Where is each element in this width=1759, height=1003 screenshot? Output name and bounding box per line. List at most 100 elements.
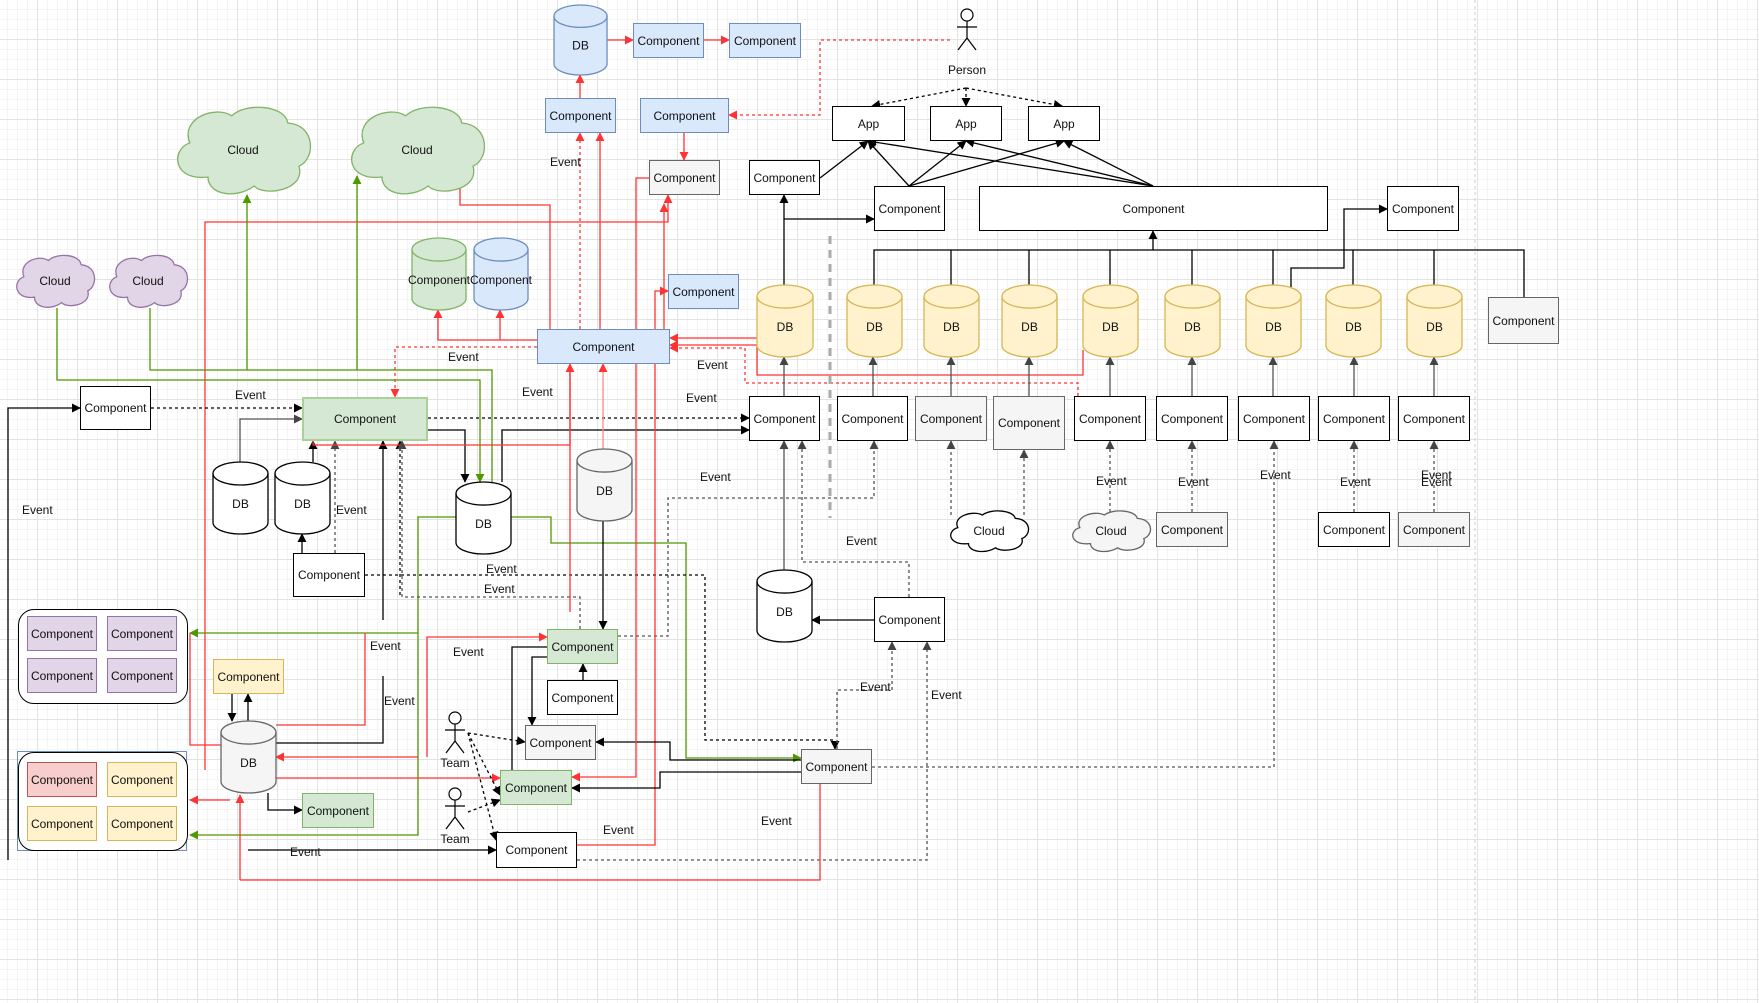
connector-edge[interactable] [965,87,1063,109]
db-yellow-3[interactable]: DB [923,284,980,358]
connector-edge[interactable] [819,140,869,179]
group-yellow-1[interactable]: Component [107,762,177,797]
connector-edge[interactable] [433,309,537,341]
comp-under-db[interactable]: Component [293,553,365,597]
comp-src-gray-2[interactable]: Component [1398,512,1470,547]
person[interactable]: Person [948,8,986,77]
comp-green-small[interactable]: Component [302,793,374,828]
connector-edge[interactable] [867,140,910,187]
db-white-1[interactable]: DB [212,461,269,535]
comp-app-mid[interactable]: Component [874,186,945,231]
cloud-purple-1[interactable]: Cloud [16,254,96,308]
comp-gray-bottom-right[interactable]: Component [801,749,872,784]
comp-row-3[interactable]: Component [915,396,987,441]
comp-white-bottom[interactable]: Component [496,832,577,868]
db-yellow-1[interactable]: DB [756,284,814,358]
db-yellow-2[interactable]: DB [846,284,903,358]
comp-gray-mid[interactable]: Component [525,725,596,760]
cloud-purple-2[interactable]: Cloud [109,254,189,308]
connector-edge[interactable] [797,440,910,597]
comp-gray-upper[interactable]: Component [649,160,720,195]
db-yellow-4[interactable]: DB [1001,284,1058,358]
comp-blue-top-2[interactable]: Component [729,23,801,58]
comp-blue-top-1[interactable]: Component [633,23,704,58]
comp-row-5[interactable]: Component [1074,396,1146,441]
comp-app-left[interactable]: Component [749,160,820,195]
comp-row-2[interactable]: Component [837,396,908,441]
connector-edge[interactable] [577,364,656,846]
cloud-green-1[interactable]: Cloud [177,106,312,195]
group-yellow-3[interactable]: Component [107,806,177,841]
cyl-blue-comp[interactable]: Component [470,237,533,311]
comp-yellow-left[interactable]: Component [213,659,284,694]
comp-blue-hub[interactable]: Component [537,329,670,364]
comp-row-8[interactable]: Component [1318,396,1390,441]
comp-blue-mid-2[interactable]: Component [640,98,729,133]
group-red[interactable]: Component [27,762,97,797]
connector-edge[interactable] [467,732,526,746]
connector-edge[interactable] [654,286,669,329]
comp-far-right-top[interactable]: Component [1387,186,1459,231]
cloud-green-2[interactable]: Cloud [351,106,486,195]
connector-edge[interactable] [836,641,897,749]
connector-edge[interactable] [467,732,499,841]
team-2[interactable]: Team [440,787,470,846]
db-gray-left[interactable]: DB [220,720,277,794]
connector-edge[interactable] [618,440,879,637]
db-blue-top[interactable]: DB [553,4,608,76]
db-white-2[interactable]: DB [274,461,331,535]
comp-row-1[interactable]: Component [749,396,820,441]
comp-blue-side[interactable]: Component [668,274,739,309]
comp-green-low[interactable]: Component [500,770,572,805]
connector-edge[interactable] [527,656,547,726]
connector-edge[interactable] [428,429,470,483]
connector-edge[interactable] [635,177,649,329]
db-white-center[interactable]: DB [455,481,512,555]
purple-4[interactable]: Component [107,658,177,693]
connector-edge[interactable] [239,414,303,462]
purple-1[interactable]: Component [27,616,97,651]
comp-src-white[interactable]: Component [1318,512,1390,547]
connector-edge[interactable] [571,364,637,782]
comp-left-entry[interactable]: Component [80,386,151,430]
connector-edge[interactable] [965,138,1154,187]
cyl-green-comp[interactable]: Component [408,237,471,311]
connector-edge[interactable] [267,793,303,815]
diagram-canvas[interactable]: DB Component Component Cloud Cloud Cloud Cloud… [0,0,1759,1003]
app-2[interactable]: App [930,106,1002,141]
connector-edge[interactable] [467,732,501,796]
db-yellow-6[interactable]: DB [1164,284,1221,358]
comp-blue-mid-1[interactable]: Component [545,98,616,133]
comp-white-mid[interactable]: Component [547,680,618,715]
connector-edge[interactable] [276,676,384,744]
connector-edge[interactable] [908,140,967,187]
db-yellow-5[interactable]: DB [1082,284,1139,358]
db-yellow-7[interactable]: DB [1245,284,1302,358]
connector-edge[interactable] [595,737,801,761]
purple-2[interactable]: Component [107,616,177,651]
comp-row-7[interactable]: Component [1238,396,1310,441]
comp-green-main[interactable]: Component [302,397,428,441]
cloud-white[interactable]: Cloud [950,510,1030,553]
db-yellow-8[interactable]: DB [1325,284,1382,358]
cloud-gray[interactable]: Cloud [1072,510,1152,553]
purple-3[interactable]: Component [27,658,97,693]
comp-row-9[interactable]: Component [1398,396,1470,441]
connector-edge[interactable] [467,798,501,813]
db-white-right[interactable]: DB [756,569,813,643]
connector-edge[interactable] [571,771,801,793]
group-yellow-2[interactable]: Component [27,806,97,841]
comp-right-mid[interactable]: Component [874,597,945,642]
db-yellow-9[interactable]: DB [1406,284,1463,358]
comp-wide[interactable]: Component [979,186,1328,231]
app-1[interactable]: App [832,106,905,141]
comp-row-6[interactable]: Component [1156,396,1228,441]
comp-src-gray-1[interactable]: Component [1156,512,1228,547]
team-1[interactable]: Team [440,711,470,770]
connector-edge[interactable] [871,87,967,109]
connector-edge[interactable] [867,137,1154,187]
connector-edge[interactable] [908,138,1065,187]
comp-green-mid[interactable]: Component [547,629,618,664]
app-3[interactable]: App [1028,106,1100,141]
db-gray-center[interactable]: DB [576,448,633,522]
